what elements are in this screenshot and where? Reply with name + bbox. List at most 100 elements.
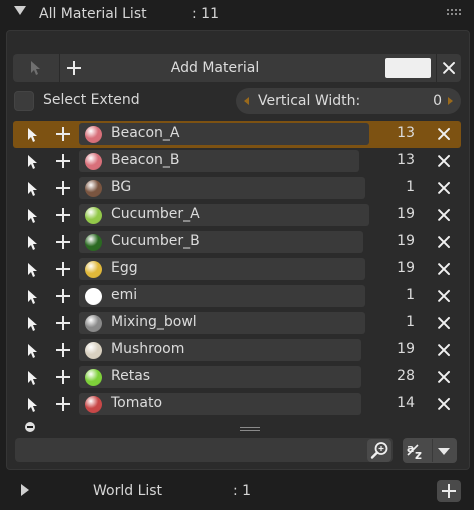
vertical-width-value: 0 <box>433 93 442 109</box>
list-resize-handle[interactable] <box>240 426 260 432</box>
close-icon[interactable] <box>437 289 451 303</box>
world-list-count: : 1 <box>233 483 252 499</box>
clear-button[interactable] <box>437 54 461 82</box>
material-preview-icon <box>85 369 102 386</box>
collapse-arrow-icon[interactable] <box>14 6 26 15</box>
plus-icon[interactable] <box>56 181 70 195</box>
material-name: Tomato <box>111 395 163 411</box>
material-row[interactable]: Mixing_bowl 1 <box>13 310 461 337</box>
close-icon[interactable] <box>437 235 451 249</box>
material-name: Egg <box>111 260 138 276</box>
add-world-button[interactable] <box>437 480 461 502</box>
material-row[interactable]: emi 1 <box>13 283 461 310</box>
material-name: Beacon_B <box>111 152 180 168</box>
material-name: emi <box>111 287 138 303</box>
material-preview-icon <box>85 180 102 197</box>
cursor-icon <box>31 61 40 75</box>
close-icon[interactable] <box>437 262 451 276</box>
material-row[interactable]: Retas 28 <box>13 364 461 391</box>
material-preview-icon <box>85 126 102 143</box>
material-name: BG <box>111 179 132 195</box>
material-row[interactable]: Mushroom 19 <box>13 337 461 364</box>
plus-icon[interactable] <box>56 397 70 411</box>
material-user-count: 13 <box>397 125 415 141</box>
material-name: Beacon_A <box>111 125 180 141</box>
close-icon[interactable] <box>437 154 451 168</box>
material-preview-icon <box>85 315 102 332</box>
material-row[interactable]: BG 1 <box>13 175 461 202</box>
select-extend-checkbox[interactable] <box>14 91 34 111</box>
material-user-count: 19 <box>397 206 415 222</box>
plus-icon[interactable] <box>56 289 70 303</box>
cursor-icon[interactable] <box>27 397 39 413</box>
cursor-icon[interactable] <box>27 262 39 278</box>
plus-icon[interactable] <box>56 127 70 141</box>
cursor-icon[interactable] <box>27 289 39 305</box>
material-user-count: 1 <box>406 179 415 195</box>
plus-icon[interactable] <box>56 343 70 357</box>
material-preview-icon <box>85 342 102 359</box>
material-name: Retas <box>111 368 151 384</box>
cursor-icon[interactable] <box>27 343 39 359</box>
material-name: Cucumber_B <box>111 233 200 249</box>
drag-grip-icon[interactable] <box>447 9 461 15</box>
cursor-icon[interactable] <box>27 235 39 251</box>
vertical-width-field[interactable]: Vertical Width: 0 <box>236 88 461 114</box>
close-icon[interactable] <box>437 370 451 384</box>
material-preview-icon <box>85 396 102 413</box>
material-row[interactable]: Beacon_B 13 <box>13 148 461 175</box>
material-user-count: 1 <box>406 314 415 330</box>
plus-icon[interactable] <box>56 370 70 384</box>
add-material-label: Add Material <box>170 60 260 76</box>
add-material-button[interactable]: Add Material <box>60 54 380 82</box>
material-preview-icon <box>85 261 102 278</box>
plus-icon[interactable] <box>56 262 70 276</box>
increment-arrow-icon[interactable] <box>448 97 453 105</box>
color-swatch[interactable] <box>385 58 431 78</box>
cursor-icon[interactable] <box>27 181 39 197</box>
panel-title: All Material List <box>39 6 147 22</box>
search-icon <box>370 442 388 459</box>
select-extend-label: Select Extend <box>43 92 140 108</box>
cursor-icon[interactable] <box>27 154 39 170</box>
material-row[interactable]: Egg 19 <box>13 256 461 283</box>
close-icon[interactable] <box>437 316 451 330</box>
material-preview-icon <box>85 153 102 170</box>
close-icon[interactable] <box>437 181 451 195</box>
decrement-arrow-icon[interactable] <box>244 97 249 105</box>
material-user-count: 14 <box>397 395 415 411</box>
close-icon[interactable] <box>437 208 451 222</box>
plus-icon[interactable] <box>56 154 70 168</box>
cursor-icon[interactable] <box>27 208 39 224</box>
cursor-icon[interactable] <box>27 370 39 386</box>
minus-icon[interactable] <box>25 422 35 432</box>
expand-arrow-icon[interactable] <box>21 484 29 496</box>
material-name: Mixing_bowl <box>111 314 197 330</box>
filter-input[interactable] <box>15 438 393 462</box>
material-name: Mushroom <box>111 341 185 357</box>
material-row[interactable]: Cucumber_A 19 <box>13 202 461 229</box>
material-list: Beacon_A 13 Beacon_B 13 BG 1 Cucumber_A 19 Cucum… <box>13 121 461 421</box>
material-row[interactable]: Cucumber_B 19 <box>13 229 461 256</box>
panel-count: : 11 <box>192 6 219 22</box>
material-row[interactable]: Tomato 14 <box>13 391 461 418</box>
cursor-icon[interactable] <box>27 316 39 332</box>
world-list-label: World List <box>93 483 163 499</box>
cursor-icon[interactable] <box>27 127 39 143</box>
material-name: Cucumber_A <box>111 206 200 222</box>
material-user-count: 19 <box>397 260 415 276</box>
sort-options-button[interactable]: a z <box>403 438 457 463</box>
vertical-width-label: Vertical Width: <box>258 93 361 109</box>
filter-search-button[interactable] <box>367 439 391 462</box>
select-cursor-button[interactable] <box>13 54 59 82</box>
close-icon[interactable] <box>437 397 451 411</box>
add-material-bar: Add Material <box>13 54 461 82</box>
chevron-down-icon[interactable] <box>438 448 450 455</box>
plus-icon[interactable] <box>56 316 70 330</box>
svg-text:z: z <box>415 448 422 460</box>
close-icon[interactable] <box>437 127 451 141</box>
plus-icon[interactable] <box>56 235 70 249</box>
plus-icon[interactable] <box>56 208 70 222</box>
material-row[interactable]: Beacon_A 13 <box>13 121 461 148</box>
close-icon[interactable] <box>437 343 451 357</box>
